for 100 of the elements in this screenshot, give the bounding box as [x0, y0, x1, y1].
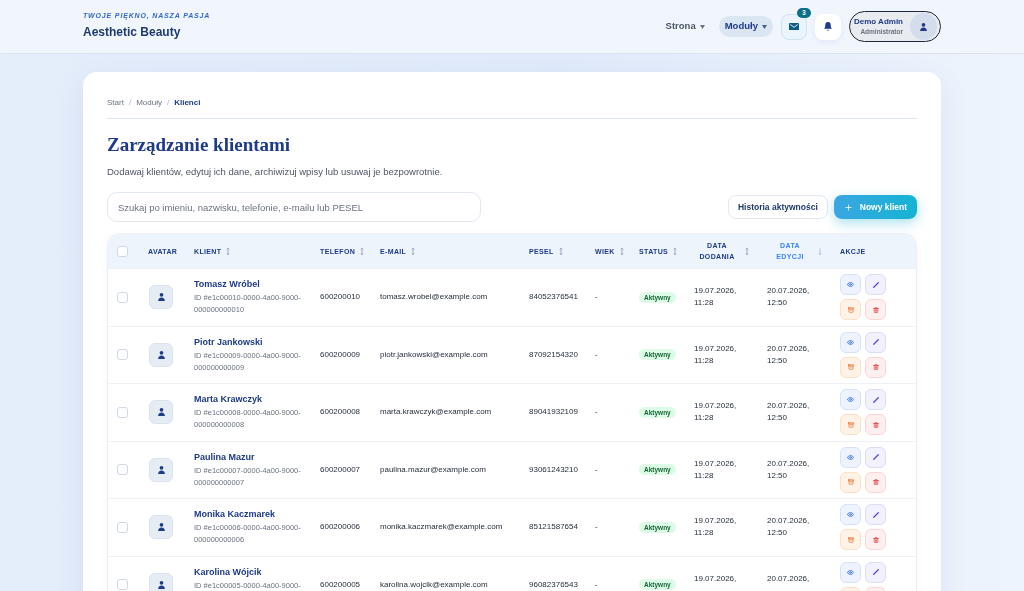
archive-button[interactable] — [840, 356, 861, 378]
email-address: karolina.wojcik@example.com — [380, 579, 489, 590]
checkbox[interactable] — [117, 349, 128, 361]
checkbox[interactable] — [117, 521, 128, 533]
checkbox[interactable] — [117, 245, 128, 257]
pencil-icon — [872, 396, 879, 403]
pesel-number: 87092154320 — [529, 349, 579, 360]
sort-icon[interactable] — [673, 247, 678, 255]
nav-menu-button[interactable]: Strona — [659, 16, 711, 37]
pencil-icon — [872, 511, 879, 518]
person-icon — [920, 22, 927, 31]
view-button[interactable] — [840, 561, 861, 583]
age-value: - — [595, 349, 598, 360]
checkbox[interactable] — [117, 291, 128, 303]
pesel-number: 85121587654 — [529, 522, 579, 533]
notifications-button[interactable] — [814, 13, 841, 40]
person-icon — [157, 580, 165, 589]
breadcrumb-link[interactable]: Klienci — [174, 97, 201, 109]
client-name[interactable]: Karolina Wójcik — [194, 565, 312, 578]
archive-button[interactable] — [840, 414, 861, 436]
user-name: Demo Admin — [853, 17, 903, 27]
phone-number: 600200010 — [320, 292, 362, 303]
view-button[interactable] — [840, 331, 861, 353]
trash-icon — [872, 421, 879, 428]
delete-button[interactable] — [865, 356, 886, 378]
mail-icon — [788, 22, 799, 31]
sort-icon[interactable] — [619, 247, 624, 255]
date-added: 19.07.2026, 11:28 — [694, 342, 738, 367]
date-added: 19.07.2026, 11:28 — [694, 457, 738, 482]
checkbox[interactable] — [117, 464, 128, 476]
messages-button[interactable] — [780, 13, 807, 40]
email-address: marta.krawczyk@example.com — [380, 407, 493, 418]
phone-number: 600200005 — [320, 579, 362, 590]
activity-history-button[interactable]: Historia aktywności — [727, 195, 828, 219]
pesel-number: 84052376541 — [529, 292, 579, 303]
archive-box-icon — [847, 364, 854, 371]
client-name[interactable]: Piotr Jankowski — [194, 335, 312, 348]
brand-name: Aesthetic Beauty — [83, 24, 182, 40]
view-button[interactable] — [840, 446, 861, 468]
date-edited: 20.07.2026, 12:50 — [767, 400, 811, 425]
client-name[interactable]: Marta Krawczyk — [194, 393, 312, 406]
client-name[interactable]: Monika Kaczmarek — [194, 508, 312, 521]
age-value: - — [595, 522, 598, 533]
person-icon — [157, 350, 165, 359]
age-value: - — [595, 464, 598, 475]
date-added: 19.07.2026, — [694, 572, 738, 585]
checkbox[interactable] — [117, 406, 128, 418]
archive-button[interactable] — [840, 471, 861, 493]
date-edited: 20.07.2026, 12:50 — [767, 285, 811, 310]
eye-icon — [847, 453, 854, 461]
search-field[interactable]: Szukaj po imieniu, nazwisku, telefonie, e-mailu lub PESEL — [107, 192, 481, 222]
person-icon — [157, 408, 165, 417]
date-edited: 20.07.2026, 12:50 — [767, 515, 811, 540]
view-button[interactable] — [840, 389, 861, 411]
sort-icon[interactable] — [360, 247, 365, 255]
phone-number: 600200009 — [320, 349, 362, 360]
sort-icon[interactable] — [745, 247, 749, 255]
pencil-icon — [872, 569, 879, 576]
view-button[interactable] — [840, 274, 861, 296]
age-value: - — [595, 292, 598, 303]
archive-box-icon — [847, 306, 854, 313]
checkbox[interactable] — [117, 579, 128, 591]
caret-down-icon — [699, 24, 705, 29]
trash-icon — [872, 479, 879, 486]
nav-menu-button[interactable]: Moduły — [718, 16, 773, 37]
archive-button[interactable] — [840, 299, 861, 321]
breadcrumb-separator: / — [128, 97, 132, 109]
edit-button[interactable] — [865, 331, 886, 353]
view-button[interactable] — [840, 504, 861, 526]
pencil-icon — [872, 339, 879, 346]
edit-button[interactable] — [865, 561, 886, 583]
email-address: paulina.mazur@example.com — [380, 464, 487, 475]
sort-icon[interactable] — [411, 247, 416, 255]
pesel-number: 93061243210 — [529, 464, 579, 475]
edit-button[interactable] — [865, 504, 886, 526]
breadcrumb-link[interactable]: Start — [107, 97, 124, 109]
email-address: piotr.jankowski@example.com — [380, 349, 489, 360]
delete-button[interactable] — [865, 529, 886, 551]
age-value: - — [595, 579, 598, 590]
page-title: Zarządzanie klientami — [107, 133, 292, 157]
client-name[interactable]: Paulina Mazur — [194, 450, 312, 463]
delete-button[interactable] — [865, 414, 886, 436]
pencil-icon — [872, 281, 879, 288]
archive-button[interactable] — [840, 529, 861, 551]
archive-box-icon — [847, 536, 854, 543]
eye-icon — [847, 396, 854, 404]
edit-button[interactable] — [865, 446, 886, 468]
delete-button[interactable] — [865, 299, 886, 321]
page-description: Dodawaj klientów, edytuj ich dane, archiwizuj wpisy lub usuwaj je bezpowrotnie. — [107, 165, 444, 179]
client-name[interactable]: Tomasz Wróbel — [194, 278, 312, 291]
edit-button[interactable] — [865, 389, 886, 411]
pesel-number: 96082376543 — [529, 579, 579, 590]
sort-icon[interactable] — [558, 247, 563, 255]
sort-icon[interactable] — [226, 247, 231, 255]
phone-number: 600200007 — [320, 464, 362, 475]
date-edited: 20.07.2026, 12:50 — [767, 457, 811, 482]
edit-button[interactable] — [865, 274, 886, 296]
breadcrumb-link[interactable]: Moduły — [136, 97, 162, 109]
person-icon — [157, 523, 165, 532]
delete-button[interactable] — [865, 471, 886, 493]
